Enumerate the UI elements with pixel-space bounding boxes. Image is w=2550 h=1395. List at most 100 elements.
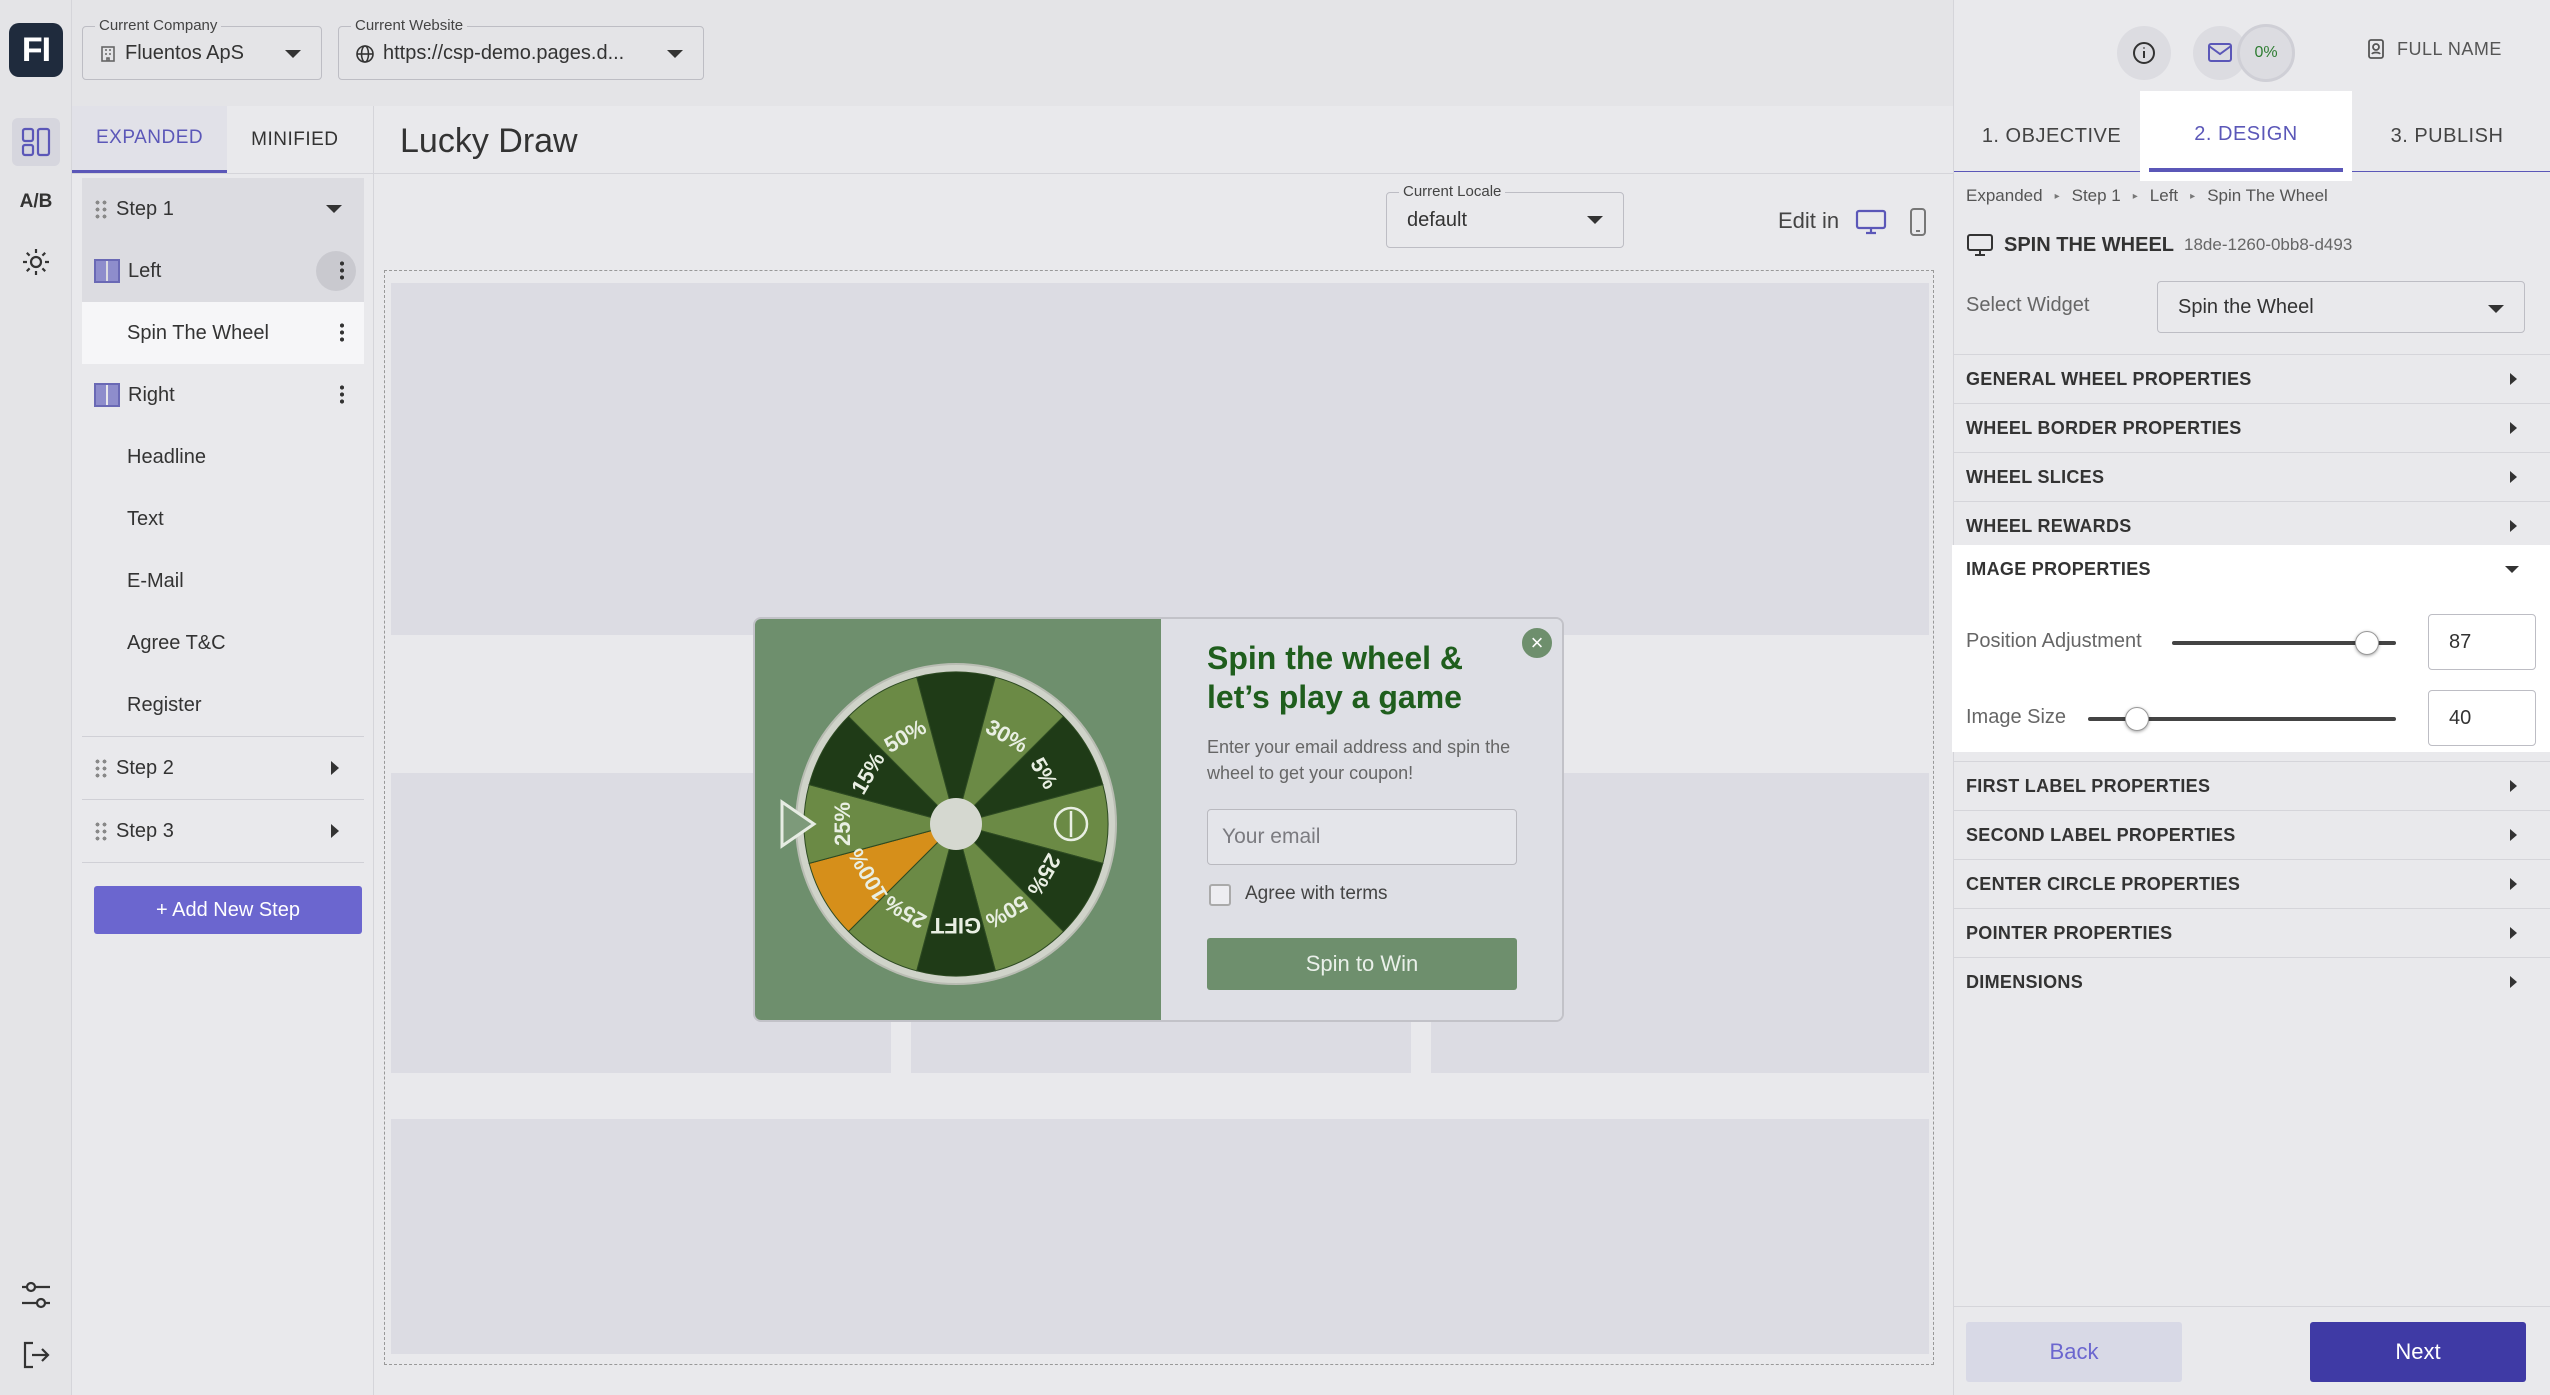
user-name: FULL NAME xyxy=(2397,38,2502,59)
position-adjustment-field[interactable] xyxy=(2428,614,2536,670)
more-menu-button[interactable] xyxy=(316,251,356,291)
section-image-properties[interactable]: IMAGE PROPERTIES xyxy=(1954,545,2550,594)
position-adjustment-label: Position Adjustment xyxy=(1966,630,2142,652)
desktop-icon[interactable] xyxy=(1855,209,1887,235)
chevron-down-icon xyxy=(285,50,301,58)
wheel-slice-label: 25% xyxy=(830,802,855,846)
spin-wheel[interactable]: 30%5%25%50%GIFT25%100%25%15%50% xyxy=(755,619,1161,1022)
widget-item-spin-the-wheel[interactable]: Spin The Wheel xyxy=(82,302,364,364)
section-label: DIMENSIONS xyxy=(1966,971,2084,992)
step-item-step-1[interactable]: Step 1 xyxy=(82,178,364,240)
chevron-right-icon[interactable] xyxy=(331,824,339,838)
widget-header: SPIN THE WHEEL 18de-1260-0bb8-d493 xyxy=(1966,233,2352,257)
chevron-down-icon[interactable] xyxy=(326,205,342,213)
column-icon xyxy=(94,259,120,283)
popup-right-column[interactable]: Spin the wheel & let’s play a game Enter… xyxy=(1161,619,1562,1020)
popup-email-field[interactable] xyxy=(1207,809,1517,865)
position-adjustment-input[interactable] xyxy=(2429,615,2535,669)
user-menu[interactable]: FULL NAME xyxy=(2367,38,2502,60)
section-wheel-border-properties[interactable]: WHEEL BORDER PROPERTIES xyxy=(1954,403,2550,452)
step-item-step-3[interactable]: Step 3 xyxy=(82,800,364,862)
popup-text[interactable]: Enter your email address and spin the wh… xyxy=(1207,734,1527,786)
layout-nav-button[interactable] xyxy=(12,118,60,166)
column-item-right[interactable]: Right xyxy=(82,364,364,426)
company-select-label: Current Company xyxy=(95,17,222,34)
breadcrumb-item[interactable]: Expanded xyxy=(1966,186,2043,206)
widget-item-headline[interactable]: Headline xyxy=(82,426,364,488)
select-widget-dropdown[interactable]: Spin the Wheel xyxy=(2157,281,2525,333)
locale-select-value: default xyxy=(1407,209,1468,231)
next-button[interactable]: Next xyxy=(2310,1322,2526,1382)
filters-nav-button[interactable] xyxy=(12,1271,60,1319)
breadcrumb-item: Spin The Wheel xyxy=(2207,186,2328,205)
drag-handle-icon[interactable] xyxy=(94,199,108,219)
widget-item-register[interactable]: Register xyxy=(82,674,364,736)
section-pointer-properties[interactable]: POINTER PROPERTIES xyxy=(1954,908,2550,957)
mobile-icon[interactable] xyxy=(1908,207,1928,237)
ab-test-nav-button[interactable]: A/B xyxy=(12,178,60,226)
widget-item-agree-tc[interactable]: Agree T&C xyxy=(82,612,364,674)
settings-nav-button[interactable] xyxy=(12,238,60,286)
section-dimensions[interactable]: DIMENSIONS xyxy=(1954,957,2550,1006)
breadcrumb-item[interactable]: Left xyxy=(2150,186,2178,206)
step-item-step-2[interactable]: Step 2 xyxy=(82,737,364,799)
section-first-label-properties[interactable]: FIRST LABEL PROPERTIES xyxy=(1954,761,2550,810)
chevron-down-icon xyxy=(2488,305,2504,313)
drag-handle-icon[interactable] xyxy=(94,758,108,778)
chevron-right-icon xyxy=(2510,976,2517,988)
website-select-label: Current Website xyxy=(351,17,468,34)
drag-handle-icon[interactable] xyxy=(94,821,108,841)
breadcrumb-item[interactable]: Step 1 xyxy=(2072,186,2121,206)
image-properties-section: IMAGE PROPERTIES Position Adjustment Ima… xyxy=(1952,545,2550,752)
wheel-center-circle xyxy=(930,798,982,850)
info-button[interactable] xyxy=(2117,26,2171,80)
close-icon[interactable]: × xyxy=(1520,626,1554,660)
popup-preview[interactable]: 30% 5% 25% 50% GIFT 25% 100% 25% 15% 50% Spin the… xyxy=(753,617,1564,1022)
email-input[interactable] xyxy=(1208,810,1516,864)
section-wheel-rewards[interactable]: WHEEL REWARDS xyxy=(1954,501,2550,550)
website-select[interactable]: Current Website https://csp-demo.pages.d… xyxy=(338,17,704,80)
widget-label: Spin The Wheel xyxy=(127,321,269,344)
widget-item-email[interactable]: E-Mail xyxy=(82,550,364,612)
more-vertical-icon[interactable] xyxy=(340,384,344,404)
locale-select[interactable]: Current Locale default xyxy=(1386,183,1624,248)
logout-button[interactable] xyxy=(12,1331,60,1379)
section-center-circle-properties[interactable]: CENTER CIRCLE PROPERTIES xyxy=(1954,859,2550,908)
chevron-right-icon xyxy=(2510,829,2517,841)
agree-checkbox[interactable] xyxy=(1209,884,1231,906)
section-second-label-properties[interactable]: SECOND LABEL PROPERTIES xyxy=(1954,810,2550,859)
chevron-right-icon[interactable] xyxy=(331,761,339,775)
sliders-icon xyxy=(22,1281,50,1309)
more-vertical-icon[interactable] xyxy=(340,322,344,342)
add-new-step-button[interactable]: + Add New Step xyxy=(94,886,362,934)
spin-to-win-button[interactable]: Spin to Win xyxy=(1207,938,1517,990)
section-label: IMAGE PROPERTIES xyxy=(1966,559,2151,579)
image-size-field[interactable] xyxy=(2428,690,2536,746)
position-adjustment-thumb[interactable] xyxy=(2354,631,2379,655)
company-select[interactable]: Current Company Fluentos ApS xyxy=(82,17,322,80)
panel-top-bar: 0% FULL NAME xyxy=(1954,0,2550,100)
wizard-tabs: 1. OBJECTIVE 2. DESIGN 3. PUBLISH xyxy=(1954,100,2550,172)
widget-label: E-Mail xyxy=(127,569,184,592)
widget-item-text[interactable]: Text xyxy=(82,488,364,550)
section-general-wheel-properties[interactable]: GENERAL WHEEL PROPERTIES xyxy=(1954,354,2550,403)
widget-label: Headline xyxy=(127,445,206,468)
canvas-block xyxy=(391,283,1929,635)
back-button[interactable]: Back xyxy=(1966,1322,2182,1382)
select-widget-value: Spin the Wheel xyxy=(2178,296,2314,318)
column-item-left[interactable]: Left xyxy=(82,240,364,302)
image-size-thumb[interactable] xyxy=(2125,707,2150,731)
section-wheel-slices[interactable]: WHEEL SLICES xyxy=(1954,452,2550,501)
widget-title: SPIN THE WHEEL xyxy=(2004,233,2175,256)
tab-publish[interactable]: 3. PUBLISH xyxy=(2343,100,2550,172)
tab-minified[interactable]: MINIFIED xyxy=(227,106,362,173)
tab-design[interactable]: 2. DESIGN xyxy=(2149,100,2343,172)
canvas-header: Lucky Draw xyxy=(374,106,1953,174)
popup-headline[interactable]: Spin the wheel & let’s play a game xyxy=(1207,639,1507,717)
image-size-input[interactable] xyxy=(2429,691,2535,745)
popup-left-column[interactable]: 30% 5% 25% 50% GIFT 25% 100% 25% 15% 50% xyxy=(755,619,1161,1022)
tab-expanded[interactable]: EXPANDED xyxy=(72,106,228,173)
tab-objective[interactable]: 1. OBJECTIVE xyxy=(1954,100,2149,172)
user-badge-icon xyxy=(2368,39,2384,59)
page-title: Lucky Draw xyxy=(400,122,578,160)
